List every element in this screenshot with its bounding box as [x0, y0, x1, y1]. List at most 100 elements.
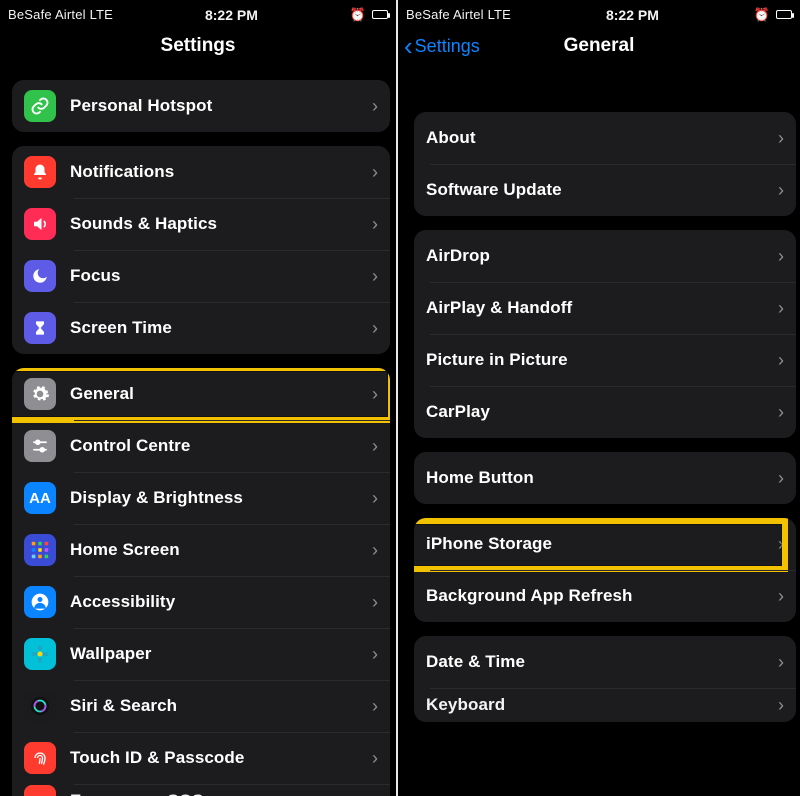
- row-label: Home Screen: [70, 540, 372, 560]
- chevron-right-icon: ›: [778, 534, 784, 555]
- page-title: General: [564, 35, 635, 57]
- row-screen-time[interactable]: Screen Time›: [12, 302, 390, 354]
- navbar: ‹ Settings General: [398, 26, 800, 66]
- gear-icon: [24, 378, 56, 410]
- row-label: General: [70, 384, 372, 404]
- chevron-right-icon: ›: [372, 644, 378, 665]
- row-label: Accessibility: [70, 592, 372, 612]
- row-touch-id-passcode[interactable]: Touch ID & Passcode›: [12, 732, 390, 784]
- row-airdrop[interactable]: AirDrop›: [414, 230, 796, 282]
- row-keyboard[interactable]: Keyboard›: [414, 688, 796, 722]
- status-carrier: BeSafe Airtel LTE: [406, 7, 511, 22]
- row-label: Personal Hotspot: [70, 96, 372, 116]
- settings-group: Notifications›Sounds & Haptics›Focus›Scr…: [12, 146, 390, 354]
- back-label: Settings: [415, 36, 480, 57]
- chevron-right-icon: ›: [372, 436, 378, 457]
- row-notifications[interactable]: Notifications›: [12, 146, 390, 198]
- row-date-time[interactable]: Date & Time›: [414, 636, 796, 688]
- back-button[interactable]: ‹ Settings: [404, 26, 480, 66]
- settings-screen: BeSafe Airtel LTE 8:22 PM ⏰ Settings Per…: [0, 0, 398, 796]
- row-siri-search[interactable]: Siri & Search›: [12, 680, 390, 732]
- row-iphone-storage[interactable]: iPhone Storage›: [414, 518, 796, 570]
- general-screen: BeSafe Airtel LTE 8:22 PM ⏰ ‹ Settings G…: [398, 0, 800, 796]
- row-personal-hotspot[interactable]: Personal Hotspot›: [12, 80, 390, 132]
- chevron-right-icon: ›: [372, 540, 378, 561]
- sliders-icon: [24, 430, 56, 462]
- status-clock: 8:22 PM: [113, 7, 350, 23]
- row-label: Focus: [70, 266, 372, 286]
- alarm-icon: ⏰: [754, 7, 770, 23]
- row-accessibility[interactable]: Accessibility›: [12, 576, 390, 628]
- row-display-brightness[interactable]: AA Display & Brightness›: [12, 472, 390, 524]
- chevron-right-icon: ›: [778, 246, 784, 267]
- chevron-right-icon: ›: [372, 592, 378, 613]
- row-label: Keyboard: [426, 695, 778, 715]
- settings-group: Home Button›: [414, 452, 796, 504]
- chevron-right-icon: ›: [778, 298, 784, 319]
- row-label: Background App Refresh: [426, 586, 778, 606]
- sos-icon: SOS: [24, 785, 56, 796]
- row-label: Display & Brightness: [70, 488, 372, 508]
- row-home-screen[interactable]: Home Screen›: [12, 524, 390, 576]
- chevron-left-icon: ‹: [404, 33, 413, 59]
- row-control-centre[interactable]: Control Centre›: [12, 420, 390, 472]
- chevron-right-icon: ›: [778, 128, 784, 149]
- chevron-right-icon: ›: [778, 695, 784, 716]
- chevron-right-icon: ›: [778, 350, 784, 371]
- settings-group: General›Control Centre›AADisplay & Brigh…: [12, 368, 390, 796]
- row-label: Siri & Search: [70, 696, 372, 716]
- row-bg-app-refresh[interactable]: Background App Refresh›: [414, 570, 796, 622]
- settings-group: Date & Time›Keyboard›: [414, 636, 796, 722]
- battery-icon: [372, 10, 388, 19]
- row-general[interactable]: General›: [12, 368, 390, 420]
- aa-icon: AA: [24, 482, 56, 514]
- row-label: Control Centre: [70, 436, 372, 456]
- settings-group: Personal Hotspot›: [12, 80, 390, 132]
- chevron-right-icon: ›: [778, 180, 784, 201]
- person-icon: [24, 586, 56, 618]
- row-label: Emergency SOS: [70, 791, 372, 796]
- siri-icon: [24, 690, 56, 722]
- row-wallpaper[interactable]: Wallpaper›: [12, 628, 390, 680]
- row-airplay-handoff[interactable]: AirPlay & Handoff›: [414, 282, 796, 334]
- navbar: Settings: [0, 26, 396, 66]
- row-emergency-sos[interactable]: SOSEmergency SOS›: [12, 784, 390, 796]
- chevron-right-icon: ›: [372, 384, 378, 405]
- chevron-right-icon: ›: [372, 214, 378, 235]
- row-carplay[interactable]: CarPlay›: [414, 386, 796, 438]
- chevron-right-icon: ›: [372, 162, 378, 183]
- row-label: Date & Time: [426, 652, 778, 672]
- page-title: Settings: [161, 35, 236, 57]
- row-label: CarPlay: [426, 402, 778, 422]
- status-bar: BeSafe Airtel LTE 8:22 PM ⏰: [0, 0, 396, 26]
- flower-icon: [24, 638, 56, 670]
- row-about[interactable]: About›: [414, 112, 796, 164]
- moon-icon: [24, 260, 56, 292]
- grid-icon: [24, 534, 56, 566]
- chevron-right-icon: ›: [778, 652, 784, 673]
- row-home-button[interactable]: Home Button›: [414, 452, 796, 504]
- fingerprint-icon: [24, 742, 56, 774]
- chevron-right-icon: ›: [372, 96, 378, 117]
- row-label: Home Button: [426, 468, 778, 488]
- chevron-right-icon: ›: [778, 402, 784, 423]
- battery-icon: [776, 10, 792, 19]
- alarm-icon: ⏰: [350, 7, 366, 23]
- settings-group: iPhone Storage›Background App Refresh›: [414, 518, 796, 622]
- row-label: Notifications: [70, 162, 372, 182]
- status-clock: 8:22 PM: [511, 7, 754, 23]
- row-focus[interactable]: Focus›: [12, 250, 390, 302]
- row-label: AirPlay & Handoff: [426, 298, 778, 318]
- row-label: iPhone Storage: [426, 534, 778, 554]
- link-icon: [24, 90, 56, 122]
- chevron-right-icon: ›: [778, 586, 784, 607]
- row-sounds-haptics[interactable]: Sounds & Haptics›: [12, 198, 390, 250]
- row-label: AirDrop: [426, 246, 778, 266]
- row-software-update[interactable]: Software Update›: [414, 164, 796, 216]
- bell-icon: [24, 156, 56, 188]
- row-pip[interactable]: Picture in Picture›: [414, 334, 796, 386]
- chevron-right-icon: ›: [372, 748, 378, 769]
- chevron-right-icon: ›: [372, 488, 378, 509]
- status-carrier: BeSafe Airtel LTE: [8, 7, 113, 22]
- hourglass-icon: [24, 312, 56, 344]
